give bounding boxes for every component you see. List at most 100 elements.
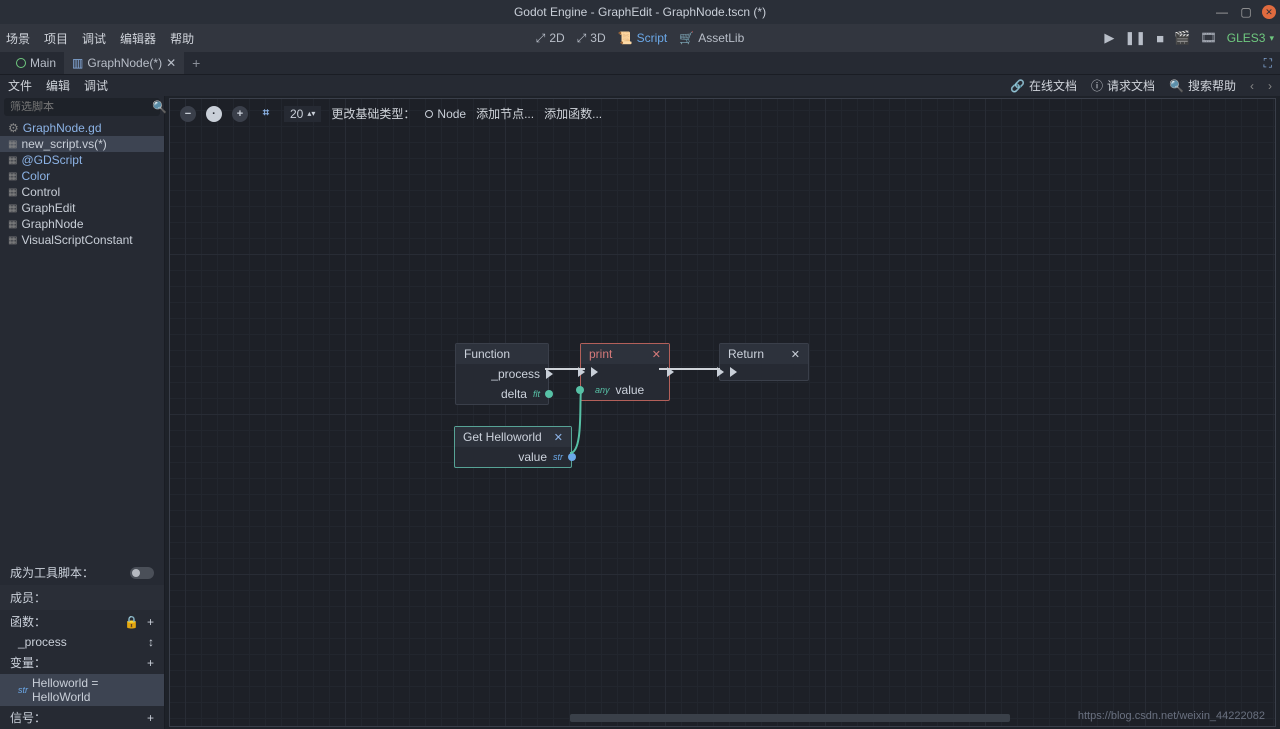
window-title: Godot Engine - GraphEdit - GraphNode.tsc… — [514, 5, 766, 19]
node-get-title: Get Helloworld — [463, 430, 542, 444]
tab-main-label: Main — [30, 56, 56, 70]
script-menu: 文件 编辑 调试 🔗 在线文档 ⓘ 请求文档 🔍 搜索帮助 ‹ › — [0, 74, 1280, 96]
search-help-button[interactable]: 🔍 搜索帮助 — [1169, 77, 1236, 94]
scene-tabs: Main ▥ GraphNode(*) ✕ + ⛶ — [0, 52, 1280, 74]
grid-icon: ▦ — [8, 235, 17, 246]
exec-in-port[interactable] — [717, 367, 724, 377]
mode-assetlib[interactable]: 🛒 AssetLib — [679, 31, 744, 45]
script-item-vsconstant[interactable]: ▦VisualScriptConstant — [0, 232, 164, 248]
node-print-value-row: any value — [581, 380, 669, 400]
node-close-icon[interactable]: ✕ — [791, 348, 800, 361]
filter-scripts-input[interactable] — [10, 101, 152, 113]
menu-left: 场景 项目 调试 编辑器 帮助 — [6, 30, 194, 47]
node-close-icon[interactable]: ✕ — [554, 431, 563, 444]
data-in-port[interactable] — [576, 386, 584, 394]
exec-out-port[interactable] — [546, 369, 553, 379]
menu-editor[interactable]: 编辑器 — [120, 30, 156, 47]
exec-out-port[interactable] — [667, 367, 674, 377]
script-item-graphnode-gd[interactable]: ⚙GraphNode.gd — [0, 120, 164, 136]
exec-in-port[interactable] — [578, 367, 585, 377]
zoom-value[interactable]: 20 ▴▾ — [284, 106, 321, 122]
menu-debug2[interactable]: 调试 — [84, 77, 108, 94]
pause-icon[interactable]: ❚❚ — [1124, 30, 1146, 46]
node-return-title: Return — [728, 347, 764, 361]
menu-scene[interactable]: 场景 — [6, 30, 30, 47]
tab-graphnode[interactable]: ▥ GraphNode(*) ✕ — [64, 52, 184, 74]
grid-icon: ▦ — [8, 219, 17, 230]
data-out-port[interactable] — [568, 453, 576, 461]
variables-section: 变量： + — [0, 651, 164, 674]
node-close-icon[interactable]: ✕ — [652, 348, 661, 361]
add-func-button[interactable]: 添加函数... — [544, 105, 602, 122]
script-list: ⚙GraphNode.gd ▦new_script.vs(*) ▦@GDScri… — [0, 120, 164, 248]
horizontal-scrollbar[interactable] — [570, 714, 1010, 722]
node-get-value-row: value str — [455, 447, 571, 467]
menu-debug[interactable]: 调试 — [82, 30, 106, 47]
node-print-title: print — [589, 347, 612, 361]
grid-icon: ▦ — [8, 203, 17, 214]
script-item-gdscript[interactable]: ▦@GDScript — [0, 152, 164, 168]
close-icon[interactable]: ✕ — [1262, 5, 1276, 19]
play-controls: ▶ ❚❚ ■ 🎬 🎞 GLES3 ▾ — [1104, 30, 1274, 46]
override-icon[interactable]: 🔒 — [124, 615, 139, 629]
data-out-port[interactable] — [545, 390, 553, 398]
tool-script-label: 成为工具脚本： — [10, 564, 94, 581]
filter-row: 🔍 — [4, 98, 160, 116]
members-header: 成员： — [0, 585, 164, 610]
script-item-graphnode[interactable]: ▦GraphNode — [0, 216, 164, 232]
play-scene-icon[interactable]: 🎬 — [1174, 30, 1190, 46]
add-function-icon[interactable]: + — [147, 615, 154, 629]
tab-main[interactable]: Main — [8, 52, 64, 74]
play-custom-icon[interactable]: 🎞 — [1200, 30, 1217, 46]
zoom-reset-icon[interactable]: · — [206, 106, 222, 122]
main-menu-bar: 场景 项目 调试 编辑器 帮助 ⤢ 2D ⤢ 3D 📜 Script 🛒 Ass… — [0, 24, 1280, 52]
variable-item-helloworld[interactable]: str Helloworld = HelloWorld — [0, 674, 164, 706]
maximize-icon[interactable]: ▢ — [1238, 4, 1254, 20]
nav-fwd-icon[interactable]: › — [1268, 79, 1272, 93]
mode-2d[interactable]: ⤢ 2D — [536, 31, 565, 46]
script-item-graphedit[interactable]: ▦GraphEdit — [0, 200, 164, 216]
menu-help[interactable]: 帮助 — [170, 30, 194, 47]
workspace-switcher: ⤢ 2D ⤢ 3D 📜 Script 🛒 AssetLib — [536, 31, 745, 46]
flt-tag-icon: flt — [533, 389, 540, 399]
tab-add[interactable]: + — [184, 52, 208, 74]
snap-icon[interactable]: ⌗ — [258, 106, 274, 122]
graph-canvas[interactable]: − · + ⌗ 20 ▴▾ 更改基础类型： Node 添加节点... 添加函数.… — [169, 98, 1276, 727]
zoom-in-icon[interactable]: + — [232, 106, 248, 122]
add-node-button[interactable]: 添加节点... — [476, 105, 534, 122]
functions-label: 函数： — [10, 613, 46, 630]
base-type-button[interactable]: Node — [425, 107, 466, 121]
menu-edit[interactable]: 编辑 — [46, 77, 70, 94]
search-icon[interactable]: 🔍 — [152, 100, 167, 114]
menu-file[interactable]: 文件 — [8, 77, 32, 94]
tab-close-icon[interactable]: ✕ — [166, 56, 176, 70]
grid-icon: ▦ — [8, 187, 17, 198]
signals-section: 信号： + — [0, 706, 164, 729]
mode-3d[interactable]: ⤢ 3D — [577, 31, 606, 46]
node-icon — [16, 58, 26, 68]
node-get-helloworld[interactable]: Get Helloworld ✕ value str — [454, 426, 572, 468]
online-docs-button[interactable]: 🔗 在线文档 — [1010, 77, 1077, 94]
script-item-color[interactable]: ▦Color — [0, 168, 164, 184]
add-signal-icon[interactable]: + — [147, 711, 154, 725]
menu-project[interactable]: 项目 — [44, 30, 68, 47]
play-icon[interactable]: ▶ — [1104, 30, 1114, 46]
node-return[interactable]: Return ✕ — [719, 343, 809, 381]
mode-script[interactable]: 📜 Script — [618, 31, 668, 45]
renderer-select[interactable]: GLES3 ▾ — [1227, 31, 1274, 45]
nav-back-icon[interactable]: ‹ — [1250, 79, 1254, 93]
script-item-new-script[interactable]: ▦new_script.vs(*) — [0, 136, 164, 152]
function-item-process[interactable]: _process ↕ — [0, 633, 164, 651]
tool-script-row: 成为工具脚本： — [0, 560, 164, 585]
expand-icon[interactable]: ⛶ — [1264, 56, 1272, 71]
node-function[interactable]: Function _process delta flt — [455, 343, 549, 405]
script-item-control[interactable]: ▦Control — [0, 184, 164, 200]
zoom-out-icon[interactable]: − — [180, 106, 196, 122]
minimize-icon[interactable]: — — [1214, 4, 1230, 20]
add-variable-icon[interactable]: + — [147, 656, 154, 670]
node-print[interactable]: print ✕ any value — [580, 343, 670, 401]
tool-script-toggle[interactable] — [130, 567, 154, 579]
any-tag-icon: any — [595, 385, 610, 395]
stop-icon[interactable]: ■ — [1156, 31, 1164, 46]
request-docs-button[interactable]: ⓘ 请求文档 — [1091, 77, 1155, 94]
